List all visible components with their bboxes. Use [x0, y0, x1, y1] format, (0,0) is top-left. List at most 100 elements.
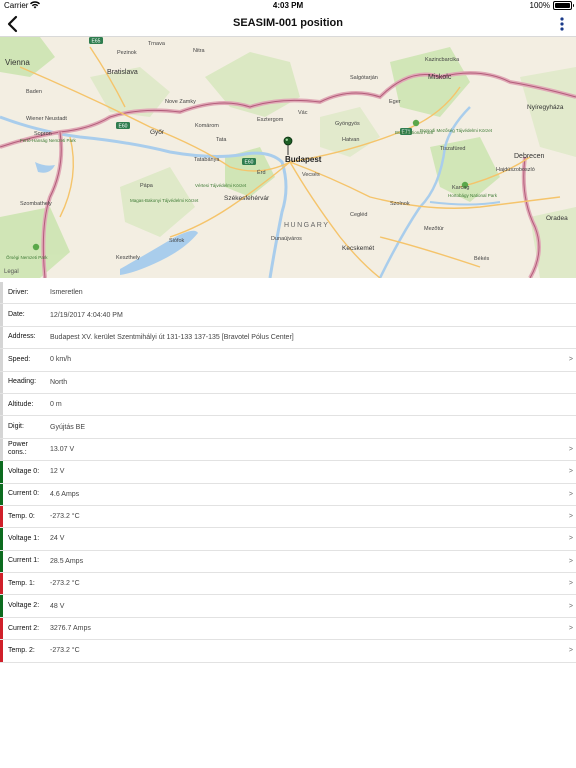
park-label: Magas-Bakonyi Tájvédelmi Körzet — [130, 198, 199, 203]
detail-row: Digit: Gyújtás BE — [0, 416, 576, 439]
city-label: Békés — [474, 256, 490, 262]
battery-icon — [553, 1, 574, 10]
detail-value: 48 V — [50, 602, 65, 610]
detail-row[interactable]: Current 1: 28.5 Amps > — [0, 550, 576, 574]
status-indicator-bar — [0, 416, 3, 438]
vehicle-details-list: Driver: Ismeretlen Date: 12/19/2017 4:04:40… — [0, 282, 576, 663]
park-label: Vértesi Tájvédelmi Körzet — [195, 183, 247, 188]
detail-label: Current 0: — [8, 490, 40, 498]
detail-row[interactable]: Voltage 0: 12 V > — [0, 461, 576, 484]
city-label: Vecsés — [302, 172, 320, 178]
city-label: Gyöngyös — [335, 121, 360, 127]
city-label: Székesfehérvár — [224, 195, 270, 202]
city-label: Győr — [150, 129, 165, 136]
page-title: SEASIM-001 position — [232, 17, 344, 29]
city-label: Karcag — [452, 185, 469, 191]
detail-value: 24 V — [50, 535, 65, 543]
detail-value: Gyújtás BE — [50, 423, 86, 431]
detail-value: Budapest XV. kerület Szentmihályi út 131… — [50, 333, 294, 341]
status-indicator-bar — [0, 595, 3, 617]
road-shield-label: E60 — [119, 124, 128, 130]
city-label: Baden — [26, 89, 42, 95]
city-label: Vienna — [5, 58, 30, 67]
city-label: Hajdúszoboszló — [496, 167, 535, 173]
city-label: Oradea — [546, 215, 568, 222]
status-indicator-bar — [0, 550, 3, 573]
chevron-right-icon[interactable]: > — [569, 349, 573, 370]
detail-value: 12/19/2017 4:04:40 PM — [50, 311, 123, 319]
map-view[interactable]: E65 E60 E60 E71 Vienna Bratislava Trnava… — [0, 37, 576, 278]
detail-value: -273.2 °C — [50, 580, 80, 588]
detail-label: Temp. 2: — [8, 646, 35, 654]
detail-value: -273.2 °C — [50, 513, 80, 521]
detail-row: Address: Budapest XV. kerület Szentmihály… — [0, 326, 576, 350]
detail-row[interactable]: Current 2: 3276.7 Amps > — [0, 617, 576, 641]
status-indicator-bar — [0, 617, 3, 640]
city-label: Trnava — [148, 41, 166, 47]
detail-value: -273.2 °C — [50, 647, 80, 655]
city-label: Szolnok — [390, 201, 410, 207]
city-label: Esztergom — [257, 117, 284, 123]
more-vertical-icon[interactable] — [558, 16, 566, 32]
detail-row[interactable]: Temp. 0: -273.2 °C > — [0, 505, 576, 529]
chevron-right-icon[interactable]: > — [569, 573, 573, 594]
detail-row[interactable]: Speed: 0 km/h > — [0, 349, 576, 372]
city-label: Budapest — [285, 155, 322, 164]
city-label: Érd — [257, 169, 266, 176]
detail-row[interactable]: Power cons.: 13.07 V > — [0, 438, 576, 462]
detail-label: Address: — [8, 333, 36, 341]
chevron-right-icon[interactable]: > — [569, 595, 573, 616]
detail-row[interactable]: Temp. 1: -273.2 °C > — [0, 573, 576, 596]
status-indicator-bar — [0, 371, 3, 393]
city-label: Sopron — [34, 131, 52, 137]
map-legal-link[interactable]: Legal — [4, 269, 19, 275]
city-label: Hatvan — [342, 137, 359, 143]
city-label: Nitra — [193, 48, 206, 54]
chevron-right-icon[interactable]: > — [569, 528, 573, 549]
detail-label: Power cons.: — [8, 441, 28, 457]
city-label: Dunaújváros — [271, 236, 302, 242]
battery-percent: 100% — [529, 1, 550, 10]
status-indicator-bar — [0, 282, 3, 304]
chevron-right-icon[interactable]: > — [569, 640, 573, 661]
status-indicator-bar — [0, 461, 3, 483]
detail-label: Voltage 2: — [8, 602, 40, 610]
detail-label: Voltage 0: — [8, 467, 40, 475]
chevron-right-icon[interactable]: > — [569, 618, 573, 639]
city-label: Debrecen — [514, 153, 544, 160]
status-indicator-bar — [0, 304, 3, 326]
detail-value: 3276.7 Amps — [50, 625, 91, 633]
city-label: Nyíregyháza — [527, 104, 564, 111]
status-indicator-bar — [0, 640, 3, 662]
status-bar: Carrier 4:03 PM 100% — [0, 0, 576, 12]
detail-row[interactable]: Voltage 1: 24 V > — [0, 528, 576, 551]
chevron-right-icon[interactable]: > — [569, 439, 573, 460]
detail-row[interactable]: Current 0: 4.6 Amps > — [0, 483, 576, 506]
status-indicator-bar — [0, 528, 3, 550]
detail-label: Current 2: — [8, 624, 40, 632]
detail-value: 12 V — [50, 468, 65, 476]
detail-row[interactable]: Voltage 2: 48 V > — [0, 595, 576, 618]
battery-indicator: 100% — [529, 1, 574, 10]
detail-value: 0 m — [50, 401, 62, 409]
detail-label: Date: — [8, 311, 25, 319]
chevron-right-icon[interactable]: > — [569, 551, 573, 572]
detail-row[interactable]: Temp. 2: -273.2 °C > — [0, 640, 576, 663]
city-label: Vác — [298, 110, 308, 116]
chevron-right-icon[interactable]: > — [569, 484, 573, 505]
road-shield-label: E65 — [92, 39, 101, 45]
detail-label: Heading: — [8, 378, 37, 386]
detail-label: Driver: — [8, 288, 29, 296]
detail-value: 4.6 Amps — [50, 490, 80, 498]
park-label: Borsodi Mezőség Tájvédelmi Körzet — [420, 128, 493, 133]
chevron-right-icon[interactable]: > — [569, 461, 573, 482]
detail-value: North — [50, 378, 68, 386]
status-indicator-bar — [0, 438, 3, 461]
chevron-right-icon[interactable]: > — [569, 506, 573, 527]
city-label: Pápa — [140, 183, 154, 189]
detail-label: Digit: — [8, 423, 24, 431]
detail-row: Altitude: 0 m — [0, 393, 576, 417]
park-label: Hortobágy National Park — [448, 193, 498, 198]
status-indicator-bar — [0, 326, 3, 349]
road-shield-label: E60 — [245, 160, 254, 166]
